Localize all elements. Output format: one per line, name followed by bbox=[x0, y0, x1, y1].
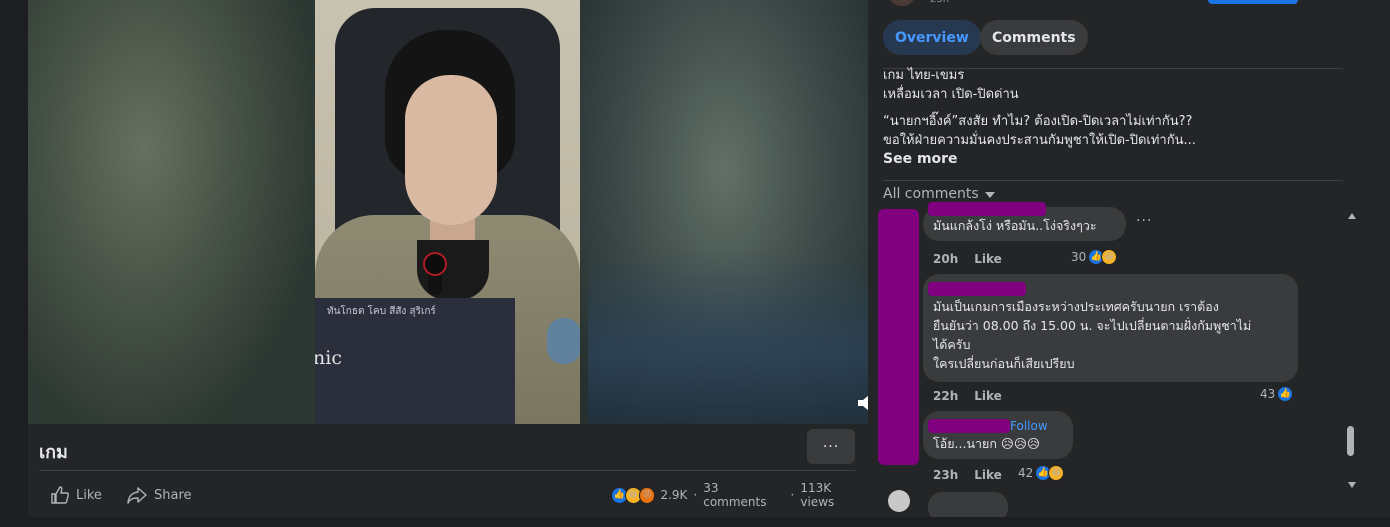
video-blur-right-lower bbox=[588, 250, 868, 424]
comment-reactions[interactable]: 42 👍 😆 bbox=[1018, 465, 1065, 481]
nameplate-text: ทันโกธต โคบ สีสัง สุริเกร์ bbox=[327, 306, 436, 317]
comment-options-button[interactable]: ··· bbox=[1136, 213, 1152, 229]
more-options-button[interactable]: ··· bbox=[807, 429, 855, 464]
engagement-stats: 👍 😆 😡 2.9K · 33 comments · 113K views bbox=[611, 481, 868, 509]
comment-reaction-count: 43 bbox=[1260, 387, 1276, 401]
like-label: Like bbox=[76, 487, 102, 503]
bottom-bar bbox=[0, 517, 1390, 527]
emblem-badge bbox=[547, 318, 580, 364]
redacted-author-name bbox=[928, 202, 1046, 216]
comment-line: ได้ครับ bbox=[933, 337, 971, 352]
mute-icon[interactable] bbox=[856, 392, 868, 414]
redacted-author-name bbox=[928, 419, 1010, 433]
comment-meta: 22h Like bbox=[933, 389, 1002, 403]
redacted-author-name bbox=[928, 282, 1026, 296]
description-line: “นายกฯอิ๊งค์”สงสัย ทำไม? ต้องเปิด-ปิดเวล… bbox=[883, 114, 1193, 129]
comment-time[interactable]: 22h bbox=[933, 389, 958, 403]
view-count: 113K views bbox=[800, 481, 835, 509]
commenter-avatar[interactable] bbox=[888, 490, 910, 512]
thumbs-up-icon bbox=[51, 486, 70, 504]
description-line: เหลื่อมเวลา เปิด-ปิดด่าน bbox=[883, 87, 1019, 102]
comment-text: มันเป็นเกมการเมืองระหว่างประเทศครับนายก … bbox=[933, 297, 1293, 373]
share-button[interactable]: Share bbox=[126, 484, 192, 506]
comment-text: โอ้ย...นายก 😥😥😥 bbox=[933, 436, 1040, 451]
haha-reaction-icon: 😆 bbox=[1101, 249, 1118, 265]
scrollbar-thumb[interactable] bbox=[1347, 426, 1354, 456]
divider bbox=[39, 470, 855, 471]
page-edge bbox=[0, 0, 28, 527]
chevron-down-icon bbox=[984, 192, 995, 198]
comment-text: มันแกล้งโง่ หรือมัน..โง่จริงๆวะ bbox=[933, 218, 1097, 233]
comment-reactions[interactable]: 43 👍 bbox=[1260, 386, 1294, 402]
tab-comments[interactable]: Comments bbox=[980, 20, 1088, 55]
separator: · bbox=[790, 488, 795, 502]
comment-meta: 23h Like bbox=[933, 468, 1002, 482]
video-panel: ทันโกธต โคบ สีสัง สุริเกร์ nic เกม ··· L… bbox=[0, 0, 868, 527]
description-line: เกม ไทย-เขมร bbox=[883, 68, 965, 83]
scroll-up-icon[interactable] bbox=[1348, 213, 1356, 219]
video-blur-left bbox=[28, 0, 315, 424]
share-label: Share bbox=[154, 487, 192, 503]
like-button[interactable]: Like bbox=[50, 484, 102, 506]
comment-line: มันเป็นเกมการเมืองระหว่างประเทศครับนายก … bbox=[933, 299, 1219, 314]
page-avatar[interactable] bbox=[890, 0, 914, 6]
description-line: ขอให้ฝ่ายความมั่นคงประสานกัมพูชาให้เปิด-… bbox=[883, 133, 1196, 148]
comment-like-link[interactable]: Like bbox=[974, 468, 1002, 482]
angry-reaction-icon: 😡 bbox=[638, 486, 656, 504]
reaction-count[interactable]: 2.9K bbox=[660, 488, 687, 502]
comment-reactions[interactable]: 30 👍 😆 bbox=[1071, 249, 1118, 265]
face bbox=[405, 75, 497, 225]
video-frame: ทันโกธต โคบ สีสัง สุริเกร์ nic bbox=[315, 0, 580, 424]
comment-reaction-count: 30 bbox=[1071, 250, 1087, 264]
comment-like-link[interactable]: Like bbox=[974, 252, 1002, 266]
post-time: 23h bbox=[930, 0, 949, 5]
comment-like-link[interactable]: Like bbox=[974, 389, 1002, 403]
comment-sort-label: All comments bbox=[883, 186, 979, 202]
comment-time[interactable]: 20h bbox=[933, 252, 958, 266]
details-panel: 23h Overview Comments เกม ไทย-เขมร เหลื่… bbox=[868, 0, 1390, 527]
post-description: เกม ไทย-เขมร เหลื่อมเวลา เปิด-ปิดด่าน “น… bbox=[883, 66, 1343, 169]
comment-meta: 20h Like bbox=[933, 252, 1002, 266]
follow-button-partial[interactable] bbox=[1208, 0, 1298, 4]
video-watermark: nic bbox=[315, 347, 342, 369]
comment-line: ใครเปลี่ยนก่อนก็เสียเปรียบ bbox=[933, 356, 1075, 371]
comment-sort-dropdown[interactable]: All comments bbox=[883, 186, 995, 202]
scroll-down-icon[interactable] bbox=[1348, 482, 1356, 488]
comment-reaction-count: 42 bbox=[1018, 466, 1034, 480]
comment-count[interactable]: 33 comments bbox=[703, 481, 784, 509]
video-player[interactable]: ทันโกธต โคบ สีสัง สุริเกร์ nic bbox=[28, 0, 868, 424]
comment-time[interactable]: 23h bbox=[933, 468, 958, 482]
tab-overview[interactable]: Overview bbox=[883, 20, 981, 55]
see-more-link[interactable]: See more bbox=[883, 150, 1343, 169]
microphone-tip bbox=[423, 252, 447, 276]
divider bbox=[883, 180, 1343, 181]
like-reaction-icon: 👍 bbox=[1277, 386, 1294, 402]
comment-line: ยืนยันว่า 08.00 ถึง 15.00 น. จะไปเปลี่ยน… bbox=[933, 318, 1252, 333]
video-title: เกม bbox=[39, 442, 68, 463]
haha-reaction-icon: 😆 bbox=[1048, 465, 1065, 481]
separator: · bbox=[693, 488, 698, 502]
share-arrow-icon bbox=[127, 487, 147, 504]
redacted-avatars bbox=[878, 209, 919, 465]
